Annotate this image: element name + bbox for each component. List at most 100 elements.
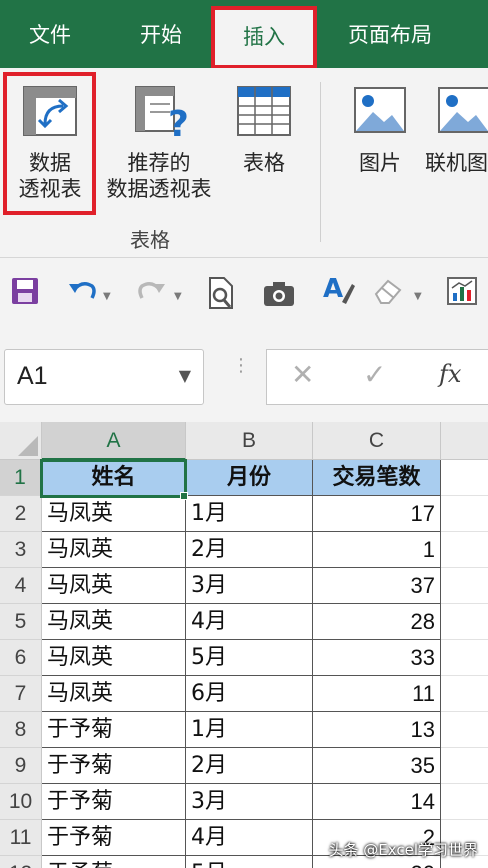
row-header[interactable]: 2 — [0, 496, 42, 532]
undo-dropdown-icon[interactable]: ▼ — [103, 291, 111, 302]
column-header-c[interactable]: C — [313, 422, 441, 460]
header-cell[interactable]: 交易笔数 — [313, 460, 441, 496]
empty-cell[interactable] — [441, 568, 488, 604]
pivot-table-highlight — [3, 72, 96, 215]
table-cell[interactable]: 4月 — [186, 604, 313, 640]
camera-icon[interactable] — [262, 280, 296, 308]
formula-buttons: ✕ ✓ fx — [266, 349, 488, 405]
table-button[interactable]: 表格 — [228, 84, 300, 176]
tab-file[interactable]: 文件 — [0, 0, 100, 68]
table-cell[interactable]: 11 — [313, 676, 441, 712]
table-cell[interactable]: 2月 — [186, 532, 313, 568]
text-format-icon[interactable]: A — [322, 272, 356, 308]
table-cell[interactable]: 17 — [313, 496, 441, 532]
table-cell[interactable]: 5月 — [186, 856, 313, 868]
name-box[interactable]: A1 ▼ — [4, 349, 204, 405]
column-header-a[interactable]: A — [42, 422, 186, 460]
row-header[interactable]: 7 — [0, 676, 42, 712]
recommended-pivot-button[interactable]: ? 推荐的 数据透视表 — [98, 84, 220, 202]
table-cell[interactable]: 3月 — [186, 784, 313, 820]
table-cell[interactable]: 14 — [313, 784, 441, 820]
table-cell[interactable]: 28 — [313, 604, 441, 640]
table-cell[interactable]: 于予菊 — [42, 748, 186, 784]
row-header[interactable]: 4 — [0, 568, 42, 604]
row-header[interactable]: 6 — [0, 640, 42, 676]
formula-bar: A1 ▼ ⋮ ✕ ✓ fx — [0, 336, 488, 422]
quick-access-toolbar: ▼ ▼ A ▼ — [0, 258, 488, 336]
row-header[interactable]: 3 — [0, 532, 42, 568]
tab-home[interactable]: 开始 — [110, 0, 212, 68]
tab-page-layout[interactable]: 页面布局 — [322, 0, 458, 68]
table-cell[interactable]: 2月 — [186, 748, 313, 784]
row-header[interactable]: 9 — [0, 748, 42, 784]
table-cell[interactable]: 于予菊 — [42, 784, 186, 820]
active-cell-border — [40, 459, 187, 498]
undo-icon[interactable] — [66, 276, 98, 306]
chart-icon[interactable] — [446, 276, 478, 306]
column-header-next[interactable] — [441, 422, 488, 460]
table-cell[interactable]: 37 — [313, 568, 441, 604]
eraser-icon[interactable] — [372, 276, 406, 306]
fill-handle[interactable] — [180, 492, 188, 500]
name-box-dropdown-icon[interactable]: ▼ — [179, 366, 191, 385]
table-cell[interactable]: 13 — [313, 712, 441, 748]
pictures-button[interactable]: 图片 — [340, 84, 420, 176]
table-cell[interactable]: 1月 — [186, 496, 313, 532]
empty-cell[interactable] — [441, 496, 488, 532]
row-header[interactable]: 11 — [0, 820, 42, 856]
redo-icon[interactable] — [136, 276, 168, 306]
empty-cell[interactable] — [441, 460, 488, 496]
table-cell[interactable]: 马凤英 — [42, 676, 186, 712]
formula-bar-handle[interactable]: ⋮ — [232, 357, 250, 375]
save-icon[interactable] — [10, 276, 40, 306]
pictures-label: 图片 — [359, 151, 401, 175]
empty-cell[interactable] — [441, 532, 488, 568]
row-header[interactable]: 5 — [0, 604, 42, 640]
table-icon — [237, 86, 291, 136]
empty-cell[interactable] — [441, 640, 488, 676]
table-cell[interactable]: 1 — [313, 532, 441, 568]
table-cell[interactable]: 3月 — [186, 568, 313, 604]
header-cell[interactable]: 月份 — [186, 460, 313, 496]
print-preview-icon[interactable] — [206, 276, 236, 310]
table-cell[interactable]: 6月 — [186, 676, 313, 712]
row-header[interactable]: 1 — [0, 460, 42, 496]
table-cell[interactable]: 35 — [313, 748, 441, 784]
table-cell[interactable]: 33 — [313, 640, 441, 676]
table-cell[interactable]: 5月 — [186, 640, 313, 676]
picture-icon — [354, 87, 406, 133]
spreadsheet-grid[interactable]: A B C 1 姓名 月份 交易笔数 2 马凤英 1月 17 3 马凤英 2月 1 4 马凤英 3月 37 5 马… — [0, 422, 488, 868]
eraser-dropdown-icon[interactable]: ▼ — [414, 291, 422, 302]
recommended-pivot-label-2: 数据透视表 — [106, 177, 212, 201]
cancel-icon[interactable]: ✕ — [291, 358, 314, 391]
watermark: 头条 @Excel学习世界 — [328, 841, 478, 859]
table-cell[interactable]: 4月 — [186, 820, 313, 856]
row-header[interactable]: 8 — [0, 712, 42, 748]
table-cell[interactable]: 于予菊 — [42, 820, 186, 856]
svg-text:A: A — [323, 274, 343, 304]
recommended-pivot-icon: ? — [135, 86, 188, 138]
empty-cell[interactable] — [441, 604, 488, 640]
empty-cell[interactable] — [441, 784, 488, 820]
empty-cell[interactable] — [441, 676, 488, 712]
table-cell[interactable]: 马凤英 — [42, 532, 186, 568]
insert-function-icon[interactable]: fx — [439, 360, 461, 388]
svg-text:?: ? — [168, 104, 188, 138]
select-all-corner[interactable] — [0, 422, 42, 460]
enter-icon[interactable]: ✓ — [363, 358, 386, 391]
table-cell[interactable]: 马凤英 — [42, 604, 186, 640]
table-cell[interactable]: 马凤英 — [42, 496, 186, 532]
table-cell[interactable]: 于予菊 — [42, 712, 186, 748]
table-cell[interactable]: 马凤英 — [42, 568, 186, 604]
table-cell[interactable]: 马凤英 — [42, 640, 186, 676]
row-header[interactable]: 10 — [0, 784, 42, 820]
column-header-b[interactable]: B — [186, 422, 313, 460]
redo-dropdown-icon[interactable]: ▼ — [174, 291, 182, 302]
empty-cell[interactable] — [441, 748, 488, 784]
online-pictures-button[interactable]: 联机图 — [425, 84, 488, 176]
table-cell[interactable]: 1月 — [186, 712, 313, 748]
empty-cell[interactable] — [441, 712, 488, 748]
name-box-value: A1 — [17, 362, 48, 390]
row-header[interactable]: 12 — [0, 856, 42, 868]
table-cell[interactable]: 于予菊 — [42, 856, 186, 868]
